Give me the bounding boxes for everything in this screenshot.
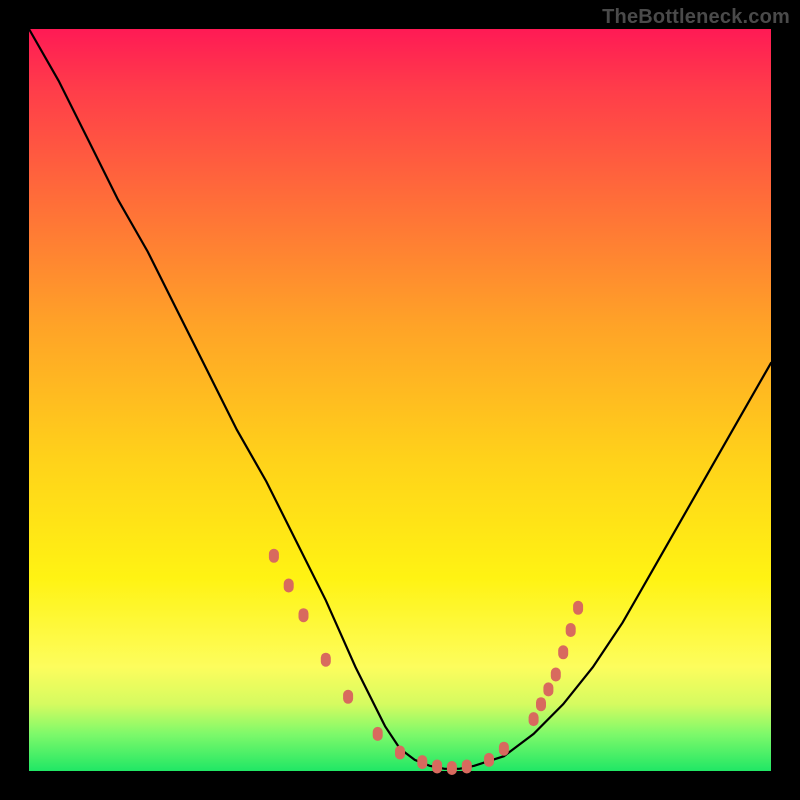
chart-svg	[29, 29, 771, 771]
chart-frame: TheBottleneck.com	[0, 0, 800, 800]
curve-marker	[417, 755, 427, 769]
curve-marker	[395, 746, 405, 760]
curve-marker	[432, 760, 442, 774]
curve-marker	[484, 753, 494, 767]
curve-marker	[499, 742, 509, 756]
curve-marker	[299, 608, 309, 622]
curve-marker	[447, 761, 457, 775]
bottleneck-curve	[29, 29, 771, 769]
curve-marker	[536, 697, 546, 711]
curve-marker	[284, 579, 294, 593]
curve-marker	[343, 690, 353, 704]
curve-marker	[269, 549, 279, 563]
curve-marker	[573, 601, 583, 615]
curve-marker	[529, 712, 539, 726]
curve-marker	[551, 668, 561, 682]
curve-marker	[543, 682, 553, 696]
curve-marker	[462, 760, 472, 774]
watermark-text: TheBottleneck.com	[602, 6, 790, 29]
curve-marker	[321, 653, 331, 667]
plot-area	[29, 29, 771, 771]
curve-marker	[566, 623, 576, 637]
curve-marker	[373, 727, 383, 741]
curve-marker	[558, 645, 568, 659]
